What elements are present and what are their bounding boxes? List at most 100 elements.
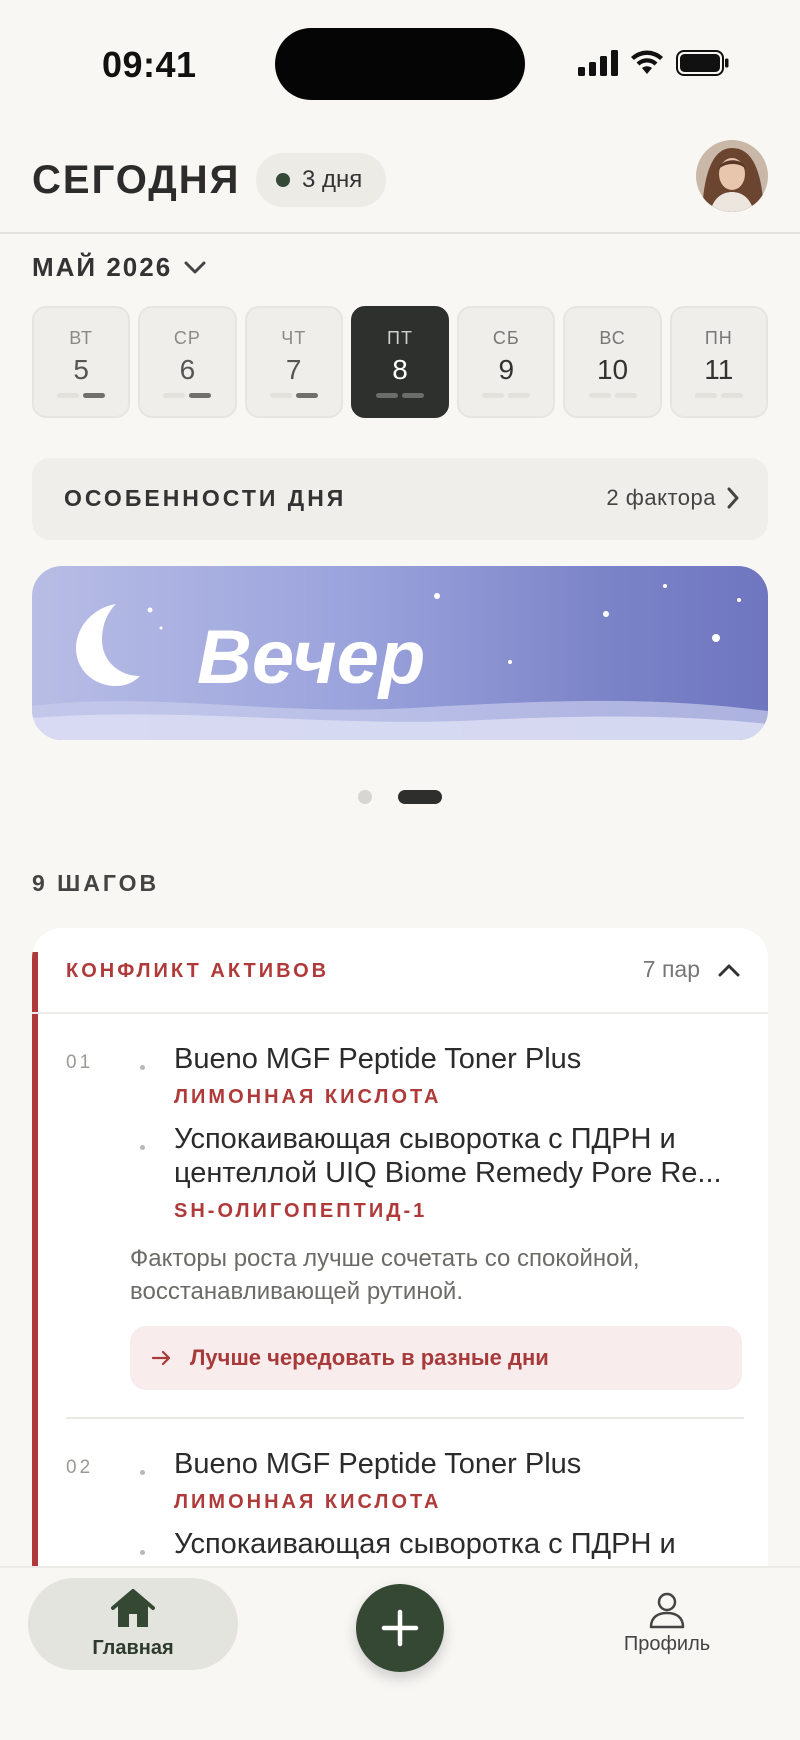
month-label: МАЙ 2026 — [32, 252, 173, 282]
tab-profile[interactable]: Профиль — [600, 1578, 734, 1670]
features-label: ОСОБЕННОСТИ ДНЯ — [64, 485, 347, 511]
pair-number: 01 — [66, 1052, 94, 1073]
tab-home-label: Главная — [92, 1637, 174, 1659]
bullet-icon — [140, 1550, 145, 1555]
header: СЕГОДНЯ 3 дня — [0, 140, 800, 234]
day-progress — [353, 393, 447, 398]
chevron-right-icon — [727, 487, 739, 509]
conflict-card: КОНФЛИКТ АКТИВОВ 7 пар 01 Bueno MGF Pept… — [32, 928, 768, 1568]
day-number: 6 — [179, 354, 196, 385]
day-sat[interactable]: СБ 9 — [457, 306, 556, 418]
bullet-icon — [140, 1470, 145, 1475]
page-title: СЕГОДНЯ — [32, 158, 241, 202]
day-features-row[interactable]: ОСОБЕННОСТИ ДНЯ 2 фактора — [32, 458, 768, 540]
pager-dot-active[interactable] — [398, 790, 442, 804]
month-selector[interactable]: МАЙ 2026 — [32, 252, 206, 283]
progress-bar-evening — [401, 393, 424, 398]
home-icon — [111, 1589, 155, 1627]
progress-bar-morning — [694, 393, 717, 398]
progress-bar-evening — [295, 393, 318, 398]
advice-box[interactable]: Лучше чередовать в разные дни — [130, 1326, 742, 1390]
tab-bar: Главная Профиль — [0, 1566, 800, 1740]
features-count-label: 2 фактора — [606, 485, 716, 510]
pair-divider — [66, 1417, 744, 1419]
ingredient-label: SH-ОЛИГОПЕПТИД-1 — [174, 1200, 428, 1222]
avatar-image — [696, 140, 768, 212]
product-name-line1[interactable]: Успокаивающая сыворотка с ПДРН и — [174, 1122, 744, 1156]
profile-icon — [649, 1592, 685, 1629]
day-tue[interactable]: ВТ 5 — [32, 306, 131, 418]
chevron-up-icon[interactable] — [718, 963, 740, 977]
evening-banner[interactable]: Вечер — [32, 566, 768, 740]
battery-icon — [676, 50, 729, 76]
bullet-icon — [140, 1065, 145, 1070]
pager-dot[interactable] — [358, 790, 372, 804]
steps-count-label: 9 ШАГОВ — [32, 870, 160, 896]
status-time: 09:41 — [102, 44, 197, 85]
day-dow: СБ — [492, 328, 520, 348]
ingredient-label: ЛИМОННАЯ КИСЛОТА — [174, 1086, 442, 1108]
pairs-count: 7 пар — [642, 956, 700, 982]
status-bar: 09:41 — [0, 0, 800, 130]
day-progress — [34, 393, 128, 398]
pair-number: 02 — [66, 1457, 94, 1478]
day-number: 11 — [704, 354, 734, 385]
bullet-icon — [140, 1145, 145, 1150]
conflict-accent-bar — [32, 952, 38, 1568]
product-name-line1[interactable]: Успокаивающая сыворотка с ПДРН и — [174, 1527, 744, 1561]
day-number: 7 — [285, 354, 302, 385]
progress-bar-morning — [375, 393, 398, 398]
banner-title: Вечер — [197, 615, 426, 700]
day-dow: ЧТ — [281, 328, 307, 348]
day-fri-selected[interactable]: ПТ 8 — [350, 306, 450, 418]
day-dow: ПТ — [387, 328, 413, 348]
advice-label: Лучше чередовать в разные дни — [190, 1345, 549, 1370]
moon-icon — [76, 604, 140, 686]
progress-bar-morning — [588, 393, 611, 398]
day-mon[interactable]: ПН 11 — [669, 306, 768, 418]
product-name[interactable]: Bueno MGF Peptide Toner Plus — [174, 1042, 744, 1076]
progress-bar-morning — [163, 393, 186, 398]
progress-bar-evening — [508, 393, 531, 398]
dynamic-island — [275, 28, 525, 100]
day-number: 8 — [392, 354, 408, 385]
streak-dot-icon — [276, 173, 290, 187]
avatar[interactable] — [696, 140, 768, 212]
progress-bar-evening — [614, 393, 637, 398]
arrow-right-icon — [152, 1350, 171, 1366]
features-count: 2 фактора — [606, 485, 740, 511]
add-button[interactable] — [356, 1584, 444, 1672]
product-name[interactable]: Bueno MGF Peptide Toner Plus — [174, 1447, 744, 1481]
day-thu[interactable]: ЧТ 7 — [244, 306, 343, 418]
wifi-icon — [631, 50, 663, 74]
banner-pager — [0, 790, 800, 804]
progress-bar-morning — [57, 393, 80, 398]
chevron-down-icon — [184, 261, 206, 273]
product-name-line2[interactable]: центеллой UIQ Biome Remedy Pore Re... — [174, 1156, 744, 1190]
day-progress — [247, 393, 341, 398]
day-dow: ПН — [704, 328, 733, 348]
week-strip: ВТ 5 СР 6 ЧТ 7 ПТ 8 СБ 9 ВС 10 ПН 11 — [32, 306, 768, 418]
conflict-label: КОНФЛИКТ АКТИВОВ — [66, 960, 330, 982]
plus-icon — [381, 1609, 419, 1647]
progress-bar-evening — [83, 393, 106, 398]
ingredient-label: ЛИМОННАЯ КИСЛОТА — [174, 1491, 442, 1513]
day-number: 5 — [73, 354, 89, 385]
day-progress — [565, 393, 659, 398]
conflict-note-line2: восстанавливающей рутиной. — [130, 1278, 463, 1305]
status-icons — [578, 50, 730, 76]
conflict-pairs: 7 пар — [643, 956, 740, 983]
day-sun[interactable]: ВС 10 — [563, 306, 662, 418]
tab-profile-label: Профиль — [623, 1633, 711, 1655]
day-dow: ВТ — [69, 328, 94, 348]
streak-badge[interactable]: 3 дня — [256, 153, 387, 207]
day-progress — [140, 393, 234, 398]
progress-bar-evening — [720, 393, 743, 398]
signal-icon — [578, 50, 618, 76]
day-wed[interactable]: СР 6 — [138, 306, 237, 418]
progress-bar-morning — [482, 393, 505, 398]
streak-label: 3 дня — [302, 166, 363, 193]
conflict-header[interactable]: КОНФЛИКТ АКТИВОВ 7 пар — [32, 928, 768, 1014]
tab-home[interactable]: Главная — [28, 1578, 238, 1670]
day-progress — [459, 393, 553, 398]
